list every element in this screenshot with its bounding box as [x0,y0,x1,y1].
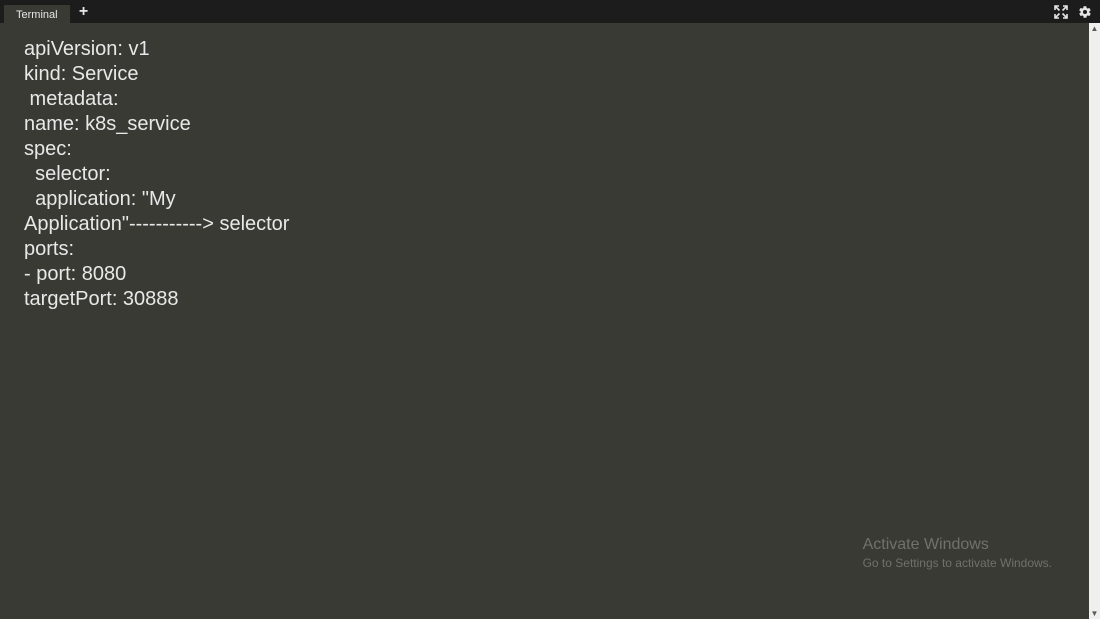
terminal-line: name: k8s_service [24,112,1089,137]
terminal-line: kind: Service [24,62,1089,87]
titlebar-right-controls [1052,0,1094,23]
scroll-down-button[interactable]: ▼ [1089,608,1100,619]
chevron-up-icon: ▲ [1091,25,1099,33]
settings-button[interactable] [1076,3,1094,21]
window-titlebar: Terminal + [0,0,1100,23]
terminal-line: apiVersion: v1 [24,37,1089,62]
terminal-line: spec: [24,137,1089,162]
terminal-line: selector: [24,162,1089,187]
terminal-line: Application"-----------> selector [24,212,1089,237]
plus-icon: + [79,3,88,21]
terminal-line: metadata: [24,87,1089,112]
terminal-line: ports: [24,237,1089,262]
terminal-line: application: "My [24,187,1089,212]
new-tab-button[interactable]: + [70,0,98,23]
terminal-line: - port: 8080 [24,262,1089,287]
chevron-down-icon: ▼ [1091,610,1099,618]
gear-icon [1078,5,1092,19]
tab-label: Terminal [16,9,58,21]
tab-terminal[interactable]: Terminal [4,5,70,23]
tab-strip: Terminal + [0,0,780,23]
fullscreen-button[interactable] [1052,3,1070,21]
vertical-scrollbar[interactable]: ▲ ▼ [1089,23,1100,619]
fullscreen-icon [1054,5,1068,19]
terminal-output[interactable]: apiVersion: v1kind: Service metadata:nam… [0,23,1089,619]
content-area: apiVersion: v1kind: Service metadata:nam… [0,23,1100,619]
terminal-line: targetPort: 30888 [24,287,1089,312]
scroll-up-button[interactable]: ▲ [1089,23,1100,34]
